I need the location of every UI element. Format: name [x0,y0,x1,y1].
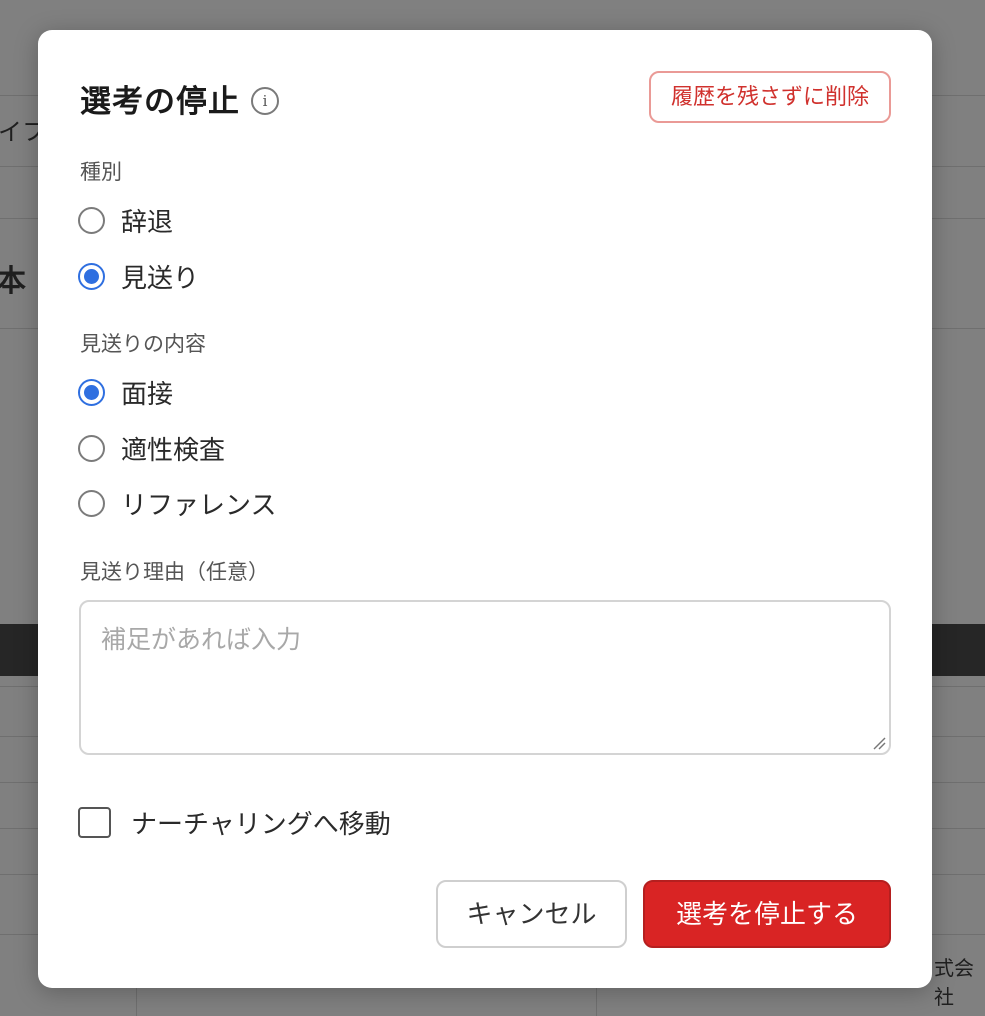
cancel-button[interactable]: キャンセル [436,880,627,948]
radio-label: 適性検査 [121,436,226,466]
delete-without-history-button[interactable]: 履歴を残さずに削除 [648,71,891,123]
radio-option-reference[interactable]: リファレンス [78,485,276,522]
radio-button[interactable] [78,490,105,517]
stop-selection-button[interactable]: 選考を停止する [643,880,891,948]
reason-label: 見送り理由（任意） [80,560,269,584]
stop-selection-dialog: 選考の停止 i 履歴を残さずに削除 種別 辞退 見送り 見送りの内容 面接 適性… [38,30,932,988]
nurturing-checkbox[interactable] [78,807,111,838]
dialog-title: 選考の停止 [80,84,240,120]
nurturing-checkbox-row[interactable]: ナーチャリングへ移動 [78,804,391,841]
radio-option-interview[interactable]: 面接 [78,374,173,411]
resize-handle-icon[interactable] [872,736,886,750]
divider [136,988,137,1016]
background-heading: 本 [0,264,26,299]
info-icon[interactable]: i [251,87,279,115]
divider [596,988,597,1016]
radio-label: 辞退 [121,208,174,238]
radio-label: 面接 [121,380,174,410]
radio-option-pass[interactable]: 見送り [78,258,199,295]
radio-option-aptitude-test[interactable]: 適性検査 [78,430,225,467]
reason-textarea[interactable] [79,600,891,755]
radio-button[interactable] [78,435,105,462]
background-text: 式会社 [934,956,974,1009]
content-section-label: 見送りの内容 [80,332,206,356]
radio-button[interactable] [78,379,105,406]
radio-button[interactable] [78,263,105,290]
radio-button[interactable] [78,207,105,234]
type-section-label: 種別 [80,160,122,184]
radio-option-withdraw[interactable]: 辞退 [78,202,173,239]
radio-label: 見送り [121,264,200,294]
checkbox-label: ナーチャリングへ移動 [131,810,391,840]
radio-label: リファレンス [121,491,277,521]
